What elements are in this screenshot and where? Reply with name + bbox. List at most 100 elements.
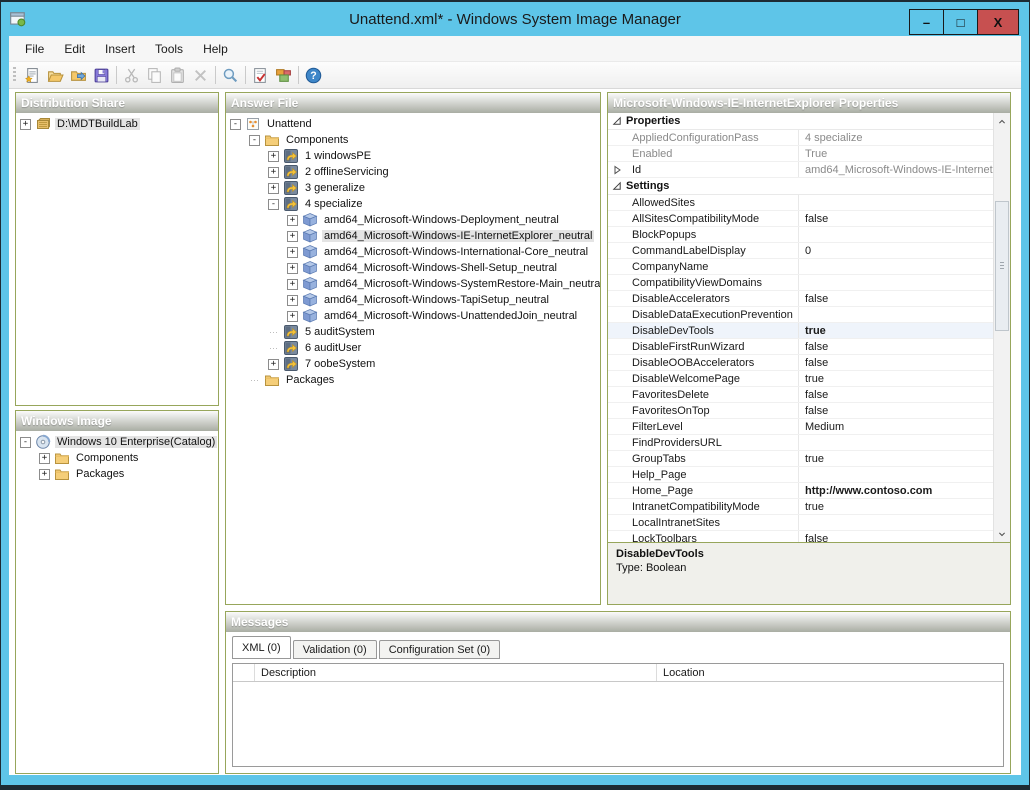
save-answer-file-icon[interactable] xyxy=(90,64,113,87)
collapse-box-icon[interactable]: - xyxy=(249,135,260,146)
expand-box-icon[interactable]: + xyxy=(268,151,279,162)
minimize-button[interactable]: – xyxy=(910,10,943,34)
tree-item[interactable]: 6 auditUser xyxy=(226,340,600,356)
open-distribution-share-icon[interactable] xyxy=(67,64,90,87)
property-row[interactable]: LocalIntranetSites xyxy=(608,515,993,531)
property-value[interactable]: amd64_Microsoft-Windows-IE-InternetEx xyxy=(798,162,993,177)
property-value[interactable]: false xyxy=(798,211,993,226)
tree-item[interactable]: +Packages xyxy=(16,466,218,482)
expand-box-icon[interactable]: + xyxy=(20,119,31,130)
property-row[interactable]: DisableDevToolstrue xyxy=(608,323,993,339)
tree-item[interactable]: +1 windowsPE xyxy=(226,148,600,164)
property-row[interactable]: DisableOOBAcceleratorsfalse xyxy=(608,355,993,371)
expand-box-icon[interactable]: + xyxy=(287,295,298,306)
create-configuration-set-icon[interactable] xyxy=(272,64,295,87)
expand-box-icon[interactable]: + xyxy=(287,311,298,322)
property-row[interactable]: CompatibilityViewDomains xyxy=(608,275,993,291)
expand-box-icon[interactable]: + xyxy=(287,263,298,274)
tree-item[interactable]: +amd64_Microsoft-Windows-TapiSetup_neutr… xyxy=(226,292,600,308)
property-row[interactable]: AppliedConfigurationPass4 specialize xyxy=(608,130,993,146)
find-icon[interactable] xyxy=(219,64,242,87)
messages-column-header[interactable] xyxy=(233,664,255,681)
property-row[interactable]: AllSitesCompatibilityModefalse xyxy=(608,211,993,227)
property-value[interactable] xyxy=(798,195,993,210)
expand-box-icon[interactable]: + xyxy=(39,453,50,464)
property-value[interactable] xyxy=(798,515,993,530)
property-row[interactable]: DisableWelcomePagetrue xyxy=(608,371,993,387)
menu-item-edit[interactable]: Edit xyxy=(54,38,95,60)
property-value[interactable]: false xyxy=(798,339,993,354)
property-row[interactable]: FavoritesDeletefalse xyxy=(608,387,993,403)
help-icon[interactable]: ? xyxy=(302,64,325,87)
tab-configuration-set-0-[interactable]: Configuration Set (0) xyxy=(379,640,501,659)
property-value[interactable] xyxy=(798,227,993,242)
tree-item[interactable]: -Components xyxy=(226,132,600,148)
tree-item[interactable]: -4 specialize xyxy=(226,196,600,212)
property-row[interactable]: DisableAcceleratorsfalse xyxy=(608,291,993,307)
property-row[interactable]: Idamd64_Microsoft-Windows-IE-InternetEx xyxy=(608,162,993,178)
property-value[interactable]: true xyxy=(798,451,993,466)
menu-item-tools[interactable]: Tools xyxy=(145,38,193,60)
tree-item[interactable]: +3 generalize xyxy=(226,180,600,196)
messages-column-header[interactable]: Description xyxy=(255,664,657,681)
category-row[interactable]: Properties xyxy=(608,113,993,130)
property-value[interactable]: 4 specialize xyxy=(798,130,993,145)
collapse-box-icon[interactable]: - xyxy=(268,199,279,210)
property-value[interactable]: 0 xyxy=(798,243,993,258)
menu-item-help[interactable]: Help xyxy=(193,38,238,60)
property-row[interactable]: LockToolbarsfalse xyxy=(608,531,993,542)
expand-box-icon[interactable]: + xyxy=(268,167,279,178)
expand-box-icon[interactable]: + xyxy=(287,247,298,258)
expand-box-icon[interactable]: + xyxy=(268,359,279,370)
property-value[interactable]: false xyxy=(798,387,993,402)
property-row[interactable]: DisableDataExecutionPrevention xyxy=(608,307,993,323)
property-value[interactable]: true xyxy=(798,323,993,338)
property-value[interactable]: false xyxy=(798,291,993,306)
expand-box-icon[interactable]: + xyxy=(287,279,298,290)
property-value[interactable]: True xyxy=(798,146,993,161)
property-value[interactable]: true xyxy=(798,499,993,514)
property-value[interactable] xyxy=(798,467,993,482)
validate-answer-file-icon[interactable] xyxy=(249,64,272,87)
scrollbar-thumb[interactable] xyxy=(995,201,1009,331)
expand-box-icon[interactable]: + xyxy=(268,183,279,194)
property-row[interactable]: GroupTabstrue xyxy=(608,451,993,467)
property-value[interactable]: false xyxy=(798,355,993,370)
menu-item-insert[interactable]: Insert xyxy=(95,38,145,60)
category-expanded-icon[interactable] xyxy=(608,116,626,126)
property-value[interactable] xyxy=(798,435,993,450)
tree-item[interactable]: +7 oobeSystem xyxy=(226,356,600,372)
collapse-box-icon[interactable]: - xyxy=(230,119,241,130)
property-row[interactable]: BlockPopups xyxy=(608,227,993,243)
scroll-up-icon[interactable] xyxy=(994,113,1010,130)
tree-item[interactable]: +Components xyxy=(16,450,218,466)
tree-item[interactable]: +amd64_Microsoft-Windows-International-C… xyxy=(226,244,600,260)
tree-item[interactable]: -Unattend xyxy=(226,116,600,132)
property-row[interactable]: FavoritesOnTopfalse xyxy=(608,403,993,419)
property-value[interactable]: false xyxy=(798,403,993,418)
tab-xml-0-[interactable]: XML (0) xyxy=(232,636,291,659)
row-expand-icon[interactable] xyxy=(608,165,626,175)
scroll-down-icon[interactable] xyxy=(994,525,1010,542)
property-value[interactable] xyxy=(798,259,993,274)
tree-item[interactable]: 5 auditSystem xyxy=(226,324,600,340)
property-row[interactable]: AllowedSites xyxy=(608,195,993,211)
tree-item[interactable]: +amd64_Microsoft-Windows-Deployment_neut… xyxy=(226,212,600,228)
property-row[interactable]: FindProvidersURL xyxy=(608,435,993,451)
category-expanded-icon[interactable] xyxy=(608,181,626,191)
open-answer-file-icon[interactable] xyxy=(44,64,67,87)
property-value[interactable] xyxy=(798,307,993,322)
maximize-button[interactable]: □ xyxy=(944,10,977,34)
tree-item[interactable]: +amd64_Microsoft-Windows-Shell-Setup_neu… xyxy=(226,260,600,276)
expand-box-icon[interactable]: + xyxy=(287,231,298,242)
tree-item[interactable]: Packages xyxy=(226,372,600,388)
property-row[interactable]: CompanyName xyxy=(608,259,993,275)
collapse-box-icon[interactable]: - xyxy=(20,437,31,448)
tree-item[interactable]: +D:\MDTBuildLab xyxy=(16,116,218,132)
menu-item-file[interactable]: File xyxy=(15,38,54,60)
property-value[interactable]: http://www.contoso.com xyxy=(798,483,993,498)
messages-column-header[interactable]: Location xyxy=(657,664,1003,681)
properties-scrollbar[interactable] xyxy=(993,113,1010,542)
property-row[interactable]: DisableFirstRunWizardfalse xyxy=(608,339,993,355)
tree-item[interactable]: +2 offlineServicing xyxy=(226,164,600,180)
